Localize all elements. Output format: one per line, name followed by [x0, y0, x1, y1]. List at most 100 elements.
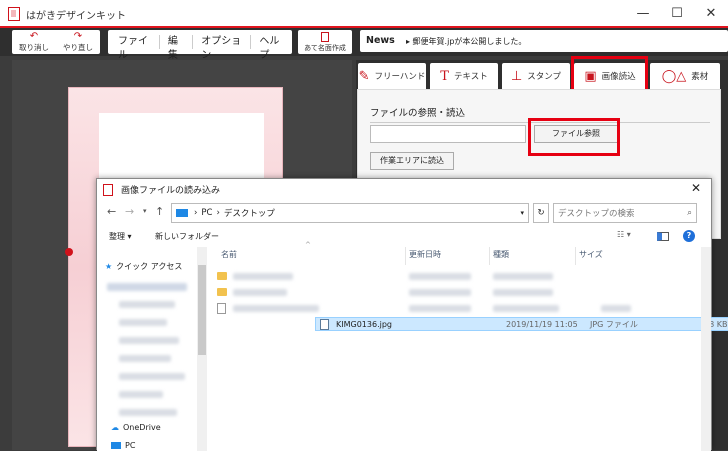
- selected-file-row[interactable]: KIMG0136.jpg 2019/11/19 11:05 JPG ファイル 5…: [315, 317, 728, 331]
- column-type[interactable]: 種類: [493, 249, 509, 260]
- star-icon: ★: [105, 262, 113, 271]
- navigation-pane: ★ クイック アクセス ☁ OneDrive PC: [97, 247, 207, 451]
- decoration-dot: [65, 248, 73, 256]
- preview-pane-icon[interactable]: [657, 232, 669, 241]
- tab-label: スタンプ: [527, 72, 562, 82]
- help-icon[interactable]: ?: [683, 230, 695, 242]
- file-type: JPG ファイル: [590, 319, 638, 329]
- menu-options[interactable]: オプション: [193, 35, 252, 61]
- forward-icon[interactable]: →: [125, 205, 134, 218]
- tab-materials[interactable]: ◯△ 素材: [650, 63, 720, 89]
- file-list: ^ 名前 更新日時 種類 サイズ KIMG0136.jpg 2019/11/19…: [207, 241, 728, 451]
- view-options-icon[interactable]: ☷ ▾: [617, 230, 631, 239]
- search-placeholder: デスクトップの検索: [558, 209, 635, 219]
- undo-button[interactable]: ↶ 取り消し: [12, 30, 56, 54]
- maximize-button[interactable]: ☐: [662, 4, 692, 24]
- nav-blurred-item[interactable]: [119, 301, 175, 308]
- nav-blurred-item[interactable]: [119, 373, 185, 380]
- column-size[interactable]: サイズ: [579, 249, 603, 260]
- minimize-button[interactable]: —: [628, 4, 658, 24]
- nav-blurred-item[interactable]: [119, 319, 167, 326]
- text-icon: T: [440, 68, 449, 84]
- column-name[interactable]: 名前: [221, 249, 237, 260]
- shapes-icon: ◯△: [661, 68, 687, 84]
- breadcrumb-desktop[interactable]: デスクトップ: [224, 207, 275, 219]
- cloud-icon: ☁: [111, 423, 119, 432]
- breadcrumb-pc[interactable]: PC: [201, 208, 212, 218]
- tab-label: 素材: [691, 72, 709, 82]
- news-link[interactable]: ▸ 郵便年賀.jpが本公開しました。: [406, 36, 526, 47]
- redo-button[interactable]: ↷ やり直し: [56, 30, 100, 54]
- news-bar: News ▸ 郵便年賀.jpが本公開しました。: [360, 30, 728, 52]
- nav-scroll-thumb[interactable]: [198, 265, 206, 355]
- list-item[interactable]: [217, 285, 631, 299]
- column-date[interactable]: 更新日時: [409, 249, 441, 260]
- file-date: 2019/11/19 11:05: [506, 319, 578, 329]
- address-side-label: あて名面作成: [304, 43, 346, 52]
- up-icon[interactable]: ↑: [155, 205, 164, 218]
- nav-pc[interactable]: PC: [111, 441, 135, 450]
- stamp-icon: ⊥: [510, 68, 523, 84]
- breadcrumb-sep: ›: [216, 208, 220, 218]
- list-item[interactable]: [217, 301, 631, 315]
- nav-blurred-item[interactable]: [119, 337, 179, 344]
- blurred-type: [493, 288, 553, 296]
- menu-bar: ファイル 編集 オプション ヘルプ: [108, 30, 292, 61]
- blurred-size: [601, 304, 631, 312]
- nav-blurred-item[interactable]: [119, 391, 163, 398]
- menu-file[interactable]: ファイル: [110, 35, 160, 61]
- tab-text[interactable]: T テキスト: [430, 63, 498, 89]
- dialog-title: 画像ファイルの読み込み: [121, 186, 221, 196]
- nav-quick-access[interactable]: ★ クイック アクセス: [105, 261, 182, 272]
- address-side-button[interactable]: あて名面作成: [298, 30, 352, 54]
- news-label: News: [366, 35, 395, 46]
- tab-label: フリーハンド: [374, 72, 426, 82]
- file-open-dialog: 画像ファイルの読み込み ✕ ← → ▾ ↑ › PC › デスクトップ ▾ ↻ …: [96, 178, 728, 451]
- file-path-input[interactable]: [370, 125, 526, 143]
- load-to-work-area-button[interactable]: 作業エリアに読込: [370, 152, 454, 170]
- nav-quick-access-label: クイック アクセス: [116, 262, 183, 271]
- file-icon: [320, 318, 329, 330]
- pencil-icon: ✎: [358, 68, 370, 84]
- list-item[interactable]: [217, 269, 631, 283]
- file-name: KIMG0136.jpg: [336, 319, 392, 329]
- nav-blurred-item[interactable]: [119, 355, 171, 362]
- command-bar: 整理 ▾ 新しいフォルダー ☷ ▾ ?: [97, 227, 711, 247]
- back-icon[interactable]: ←: [107, 205, 116, 218]
- nav-blurred-item[interactable]: [107, 283, 187, 291]
- refresh-button[interactable]: ↻: [533, 203, 549, 223]
- tab-label: テキスト: [453, 72, 488, 82]
- blurred-name: [233, 272, 293, 280]
- pc-icon: [176, 209, 188, 217]
- breadcrumb-sep: ›: [194, 208, 198, 218]
- new-folder-button[interactable]: 新しいフォルダー: [155, 231, 219, 242]
- panel-heading: ファイルの参照・読込: [370, 108, 466, 119]
- blurred-date: [409, 304, 471, 312]
- menu-help[interactable]: ヘルプ: [251, 35, 292, 61]
- undo-label: 取り消し: [19, 42, 49, 52]
- dialog-close-button[interactable]: ✕: [691, 181, 701, 195]
- search-icon: ⌕: [687, 208, 692, 218]
- folder-icon: [217, 288, 227, 296]
- search-box[interactable]: デスクトップの検索 ⌕: [553, 203, 697, 223]
- nav-scrollbar[interactable]: [197, 247, 207, 451]
- address-dropdown-icon[interactable]: ▾: [520, 209, 524, 217]
- nav-onedrive[interactable]: ☁ OneDrive: [111, 423, 161, 432]
- folder-icon: [217, 272, 227, 280]
- recent-chevron-icon[interactable]: ▾: [143, 207, 147, 215]
- undo-icon: ↶: [29, 30, 39, 42]
- nav-blurred-item[interactable]: [119, 409, 177, 416]
- file-icon: [217, 302, 226, 314]
- close-button[interactable]: ✕: [696, 4, 726, 24]
- postcard-icon: [321, 31, 329, 42]
- blurred-date: [409, 288, 471, 296]
- nav-onedrive-label: OneDrive: [123, 423, 161, 432]
- tab-freehand[interactable]: ✎ フリーハンド: [358, 63, 426, 89]
- address-bar[interactable]: › PC › デスクトップ ▾: [171, 203, 529, 223]
- app-icon: [8, 7, 20, 21]
- organize-button[interactable]: 整理 ▾: [109, 231, 132, 242]
- column-separator: [575, 247, 576, 265]
- tab-stamp[interactable]: ⊥ スタンプ: [502, 63, 570, 89]
- menu-edit[interactable]: 編集: [160, 35, 194, 61]
- list-scrollbar[interactable]: [701, 247, 711, 451]
